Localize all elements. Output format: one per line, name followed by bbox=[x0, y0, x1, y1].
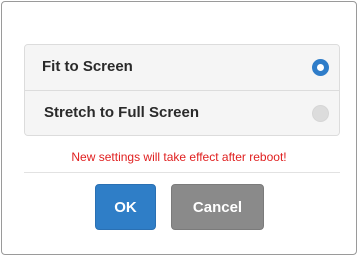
reboot-notice: New settings will take effect after rebo… bbox=[71, 150, 287, 164]
divider bbox=[24, 172, 340, 173]
option-stretch-to-full-screen-label: Stretch to Full Screen bbox=[44, 104, 200, 121]
option-fit-to-screen-label: Fit to Screen bbox=[42, 58, 133, 75]
option-fit-to-screen[interactable]: Fit to Screen bbox=[25, 45, 339, 91]
stretch-to-full-screen-radio[interactable] bbox=[312, 105, 329, 122]
cancel-button[interactable]: Cancel bbox=[171, 184, 264, 230]
display-mode-options: Fit to Screen Stretch to Full Screen bbox=[24, 44, 340, 136]
display-settings-dialog: Fit to Screen Stretch to Full Screen New… bbox=[1, 1, 357, 255]
option-stretch-to-full-screen[interactable]: Stretch to Full Screen bbox=[25, 91, 339, 135]
fit-to-screen-radio[interactable] bbox=[312, 59, 329, 76]
ok-button[interactable]: OK bbox=[95, 184, 156, 230]
